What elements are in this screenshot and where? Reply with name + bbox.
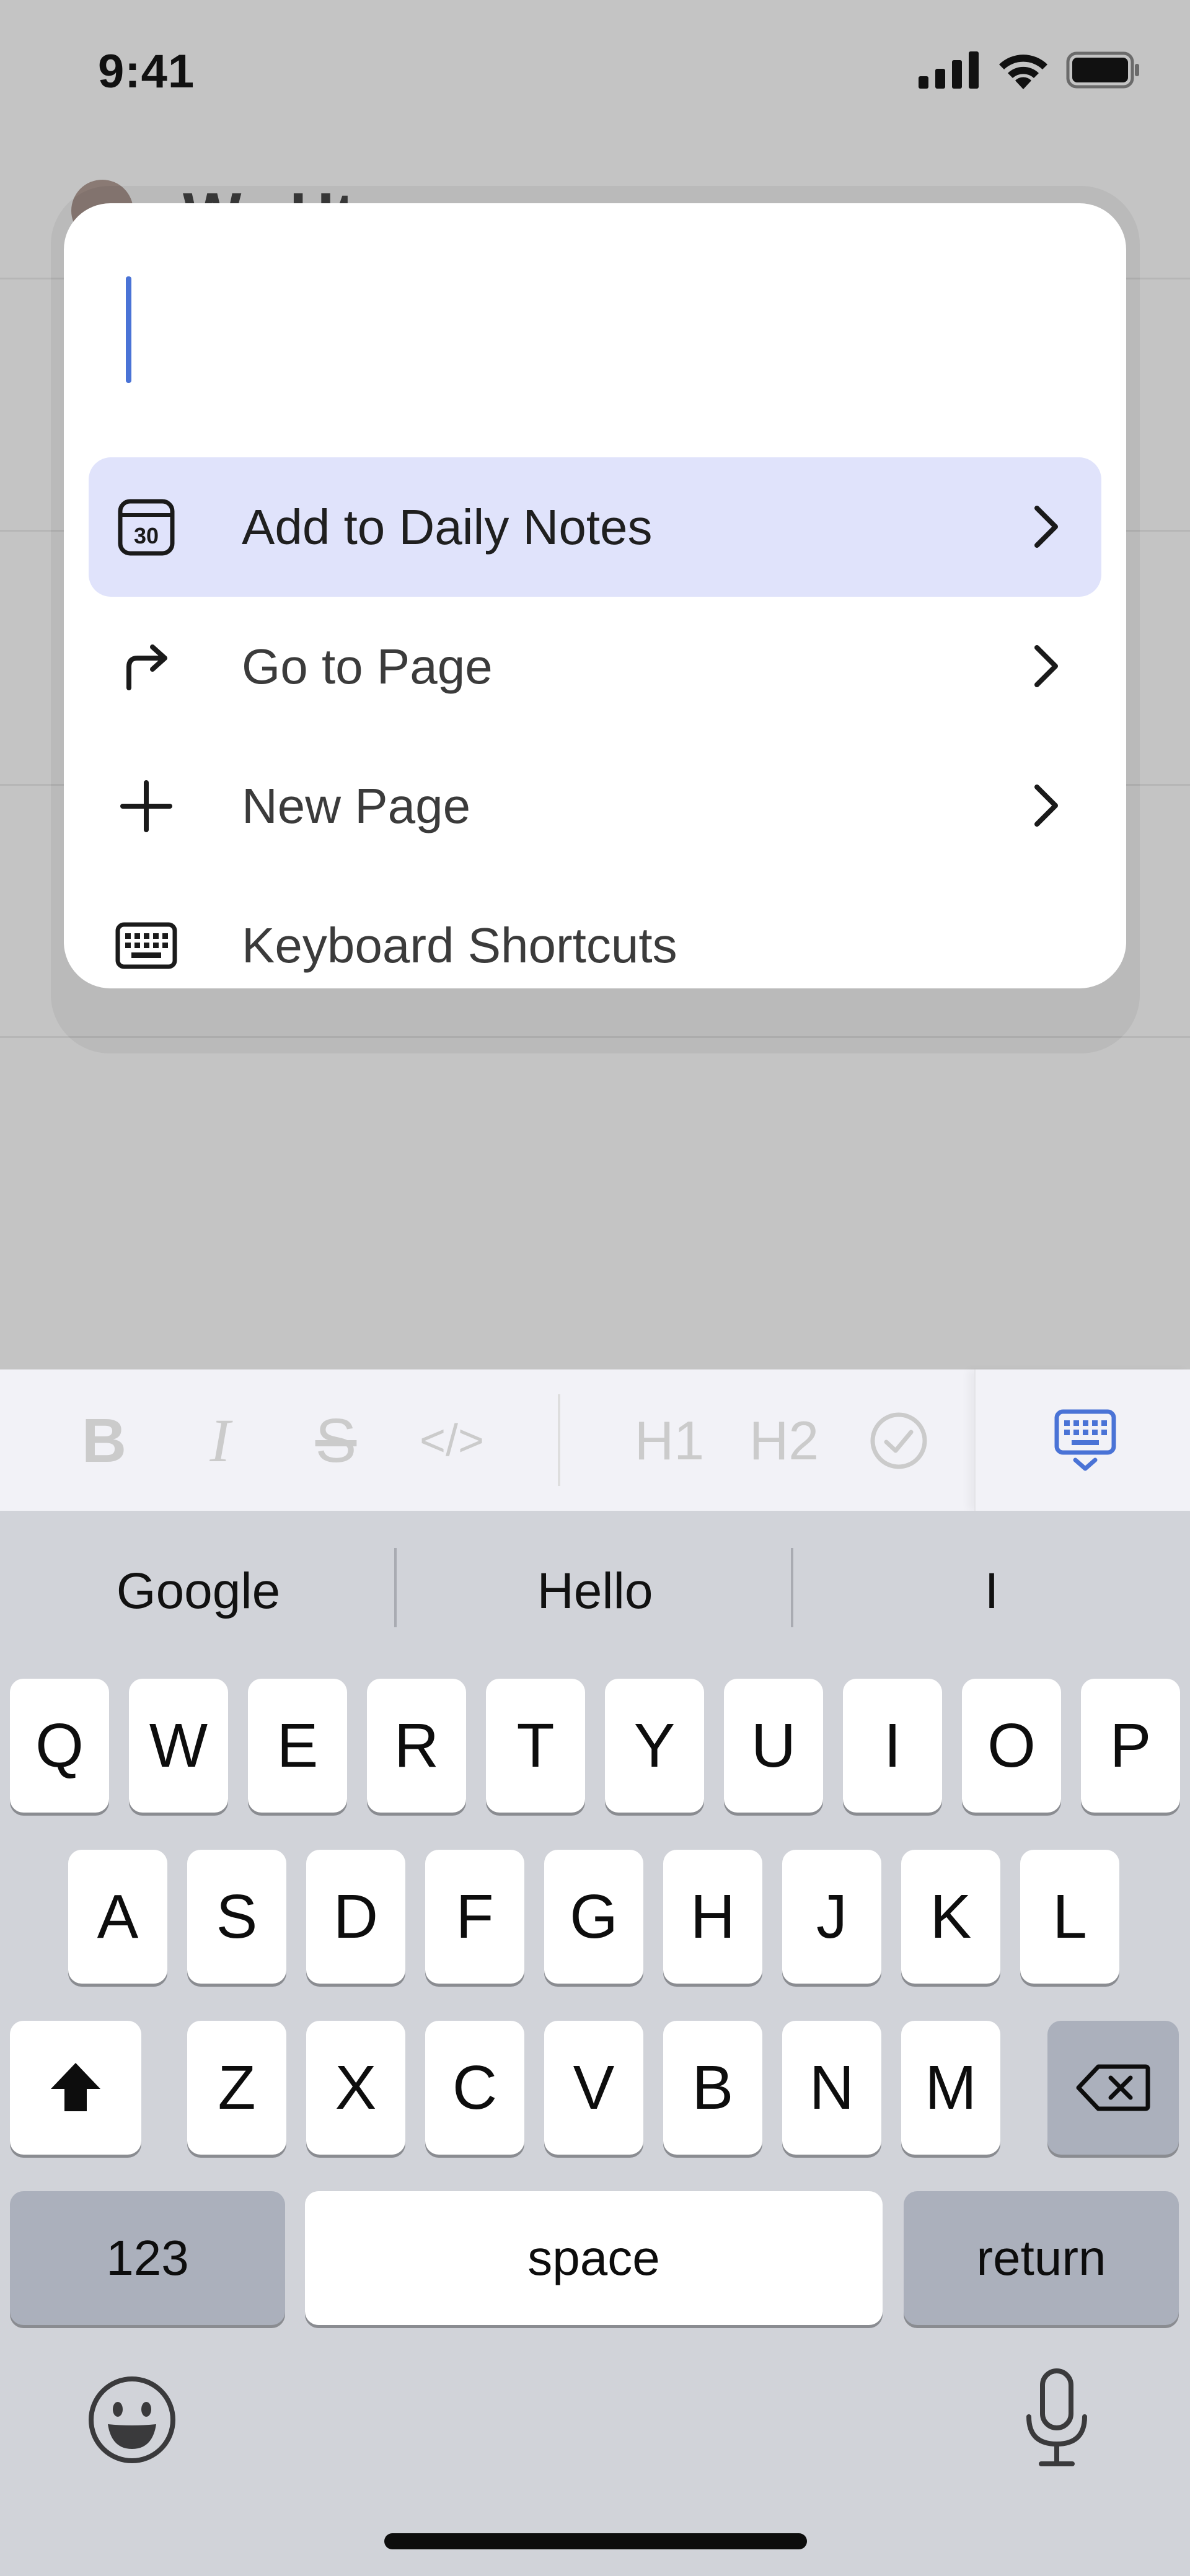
key-m[interactable]: M [901, 2021, 1000, 2155]
key-w[interactable]: W [129, 1679, 228, 1813]
palette-search-input[interactable] [64, 203, 1126, 439]
toolbar-right-section [974, 1369, 1190, 1511]
status-icons [919, 51, 1140, 89]
key-p[interactable]: P [1081, 1679, 1180, 1813]
key-x[interactable]: X [306, 2021, 405, 2155]
backspace-icon [1076, 2064, 1150, 2111]
keyboard-dismiss-icon [1054, 1409, 1116, 1471]
key-v[interactable]: V [544, 2021, 643, 2155]
chevron-right-icon [1034, 645, 1058, 687]
key-u[interactable]: U [724, 1679, 823, 1813]
plus-icon [113, 773, 178, 838]
numbers-key[interactable]: 123 [10, 2191, 285, 2325]
cellular-signal-icon [919, 51, 979, 89]
palette-item-keyboard-shortcuts[interactable]: Keyboard Shortcuts [89, 876, 1101, 988]
key-y[interactable]: Y [605, 1679, 704, 1813]
key-n[interactable]: N [782, 2021, 881, 2155]
emoji-button[interactable] [86, 2373, 178, 2466]
key-b[interactable]: B [663, 2021, 762, 2155]
key-f[interactable]: F [425, 1850, 524, 1984]
suggestion-bar: Google Hello I [0, 1511, 1190, 1672]
toolbar-divider [558, 1394, 560, 1486]
key-g[interactable]: G [544, 1850, 643, 1984]
palette-item-new-page[interactable]: New Page [89, 736, 1101, 876]
command-palette: 30 Add to Daily Notes Go to Page New Pag… [64, 203, 1126, 988]
key-k[interactable]: K [901, 1850, 1000, 1984]
dictation-button[interactable] [1010, 2366, 1103, 2471]
suggestion-item[interactable]: I [793, 1511, 1190, 1672]
key-c[interactable]: C [425, 2021, 524, 2155]
italic-button[interactable]: I [180, 1400, 260, 1481]
keyboard-icon [113, 913, 178, 978]
palette-item-label: Keyboard Shortcuts [242, 917, 677, 973]
space-key[interactable]: space [305, 2191, 883, 2325]
battery-icon [1066, 51, 1139, 89]
key-z[interactable]: Z [187, 2021, 286, 2155]
key-q[interactable]: Q [10, 1679, 109, 1813]
status-bar: 9:41 [0, 0, 1190, 149]
shift-key[interactable] [10, 2021, 141, 2155]
checkbox-button[interactable] [858, 1400, 939, 1481]
heading-1-button[interactable]: H1 [629, 1400, 710, 1481]
key-l[interactable]: L [1020, 1850, 1119, 1984]
key-h[interactable]: H [663, 1850, 762, 1984]
key-j[interactable]: J [782, 1850, 881, 1984]
key-i[interactable]: I [843, 1679, 942, 1813]
status-time: 9:41 [98, 45, 195, 98]
calendar-number: 30 [133, 523, 158, 548]
key-s[interactable]: S [187, 1850, 286, 1984]
chevron-right-icon [1034, 785, 1058, 827]
key-d[interactable]: D [306, 1850, 405, 1984]
heading-2-button[interactable]: H2 [744, 1400, 824, 1481]
code-button[interactable]: </> [412, 1400, 492, 1481]
key-t[interactable]: T [486, 1679, 585, 1813]
software-keyboard: Google Hello I Q W E R T Y U I O P A S D… [0, 1511, 1190, 2576]
checkbox-icon [870, 1412, 927, 1469]
formatting-toolbar: B I S </> H1 H2 [0, 1369, 1190, 1511]
text-caret [126, 276, 131, 383]
suggestion-item[interactable]: Hello [397, 1511, 793, 1672]
shift-icon [51, 2063, 100, 2111]
palette-item-label: Add to Daily Notes [242, 499, 653, 555]
return-key[interactable]: return [904, 2191, 1179, 2325]
key-e[interactable]: E [248, 1679, 347, 1813]
palette-item-add-to-daily-notes[interactable]: 30 Add to Daily Notes [89, 457, 1101, 597]
microphone-icon [1026, 2368, 1087, 2466]
emoji-icon [89, 2376, 175, 2463]
keyboard-bottom-bar [0, 2366, 1190, 2490]
strikethrough-button[interactable]: S [296, 1400, 376, 1481]
key-o[interactable]: O [962, 1679, 1061, 1813]
wifi-icon [999, 55, 1047, 89]
palette-item-go-to-page[interactable]: Go to Page [89, 597, 1101, 736]
home-indicator [384, 2533, 807, 2549]
palette-item-label: New Page [242, 778, 471, 833]
forward-arrow-icon [113, 634, 178, 699]
dismiss-keyboard-button[interactable] [1048, 1403, 1122, 1477]
chevron-right-icon [1034, 506, 1058, 548]
suggestion-item[interactable]: Google [0, 1511, 397, 1672]
key-r[interactable]: R [367, 1679, 466, 1813]
backspace-key[interactable] [1047, 2021, 1179, 2155]
palette-item-label: Go to Page [242, 638, 493, 694]
bold-button[interactable]: B [64, 1400, 144, 1481]
calendar-30-icon: 30 [113, 495, 178, 560]
key-a[interactable]: A [68, 1850, 167, 1984]
